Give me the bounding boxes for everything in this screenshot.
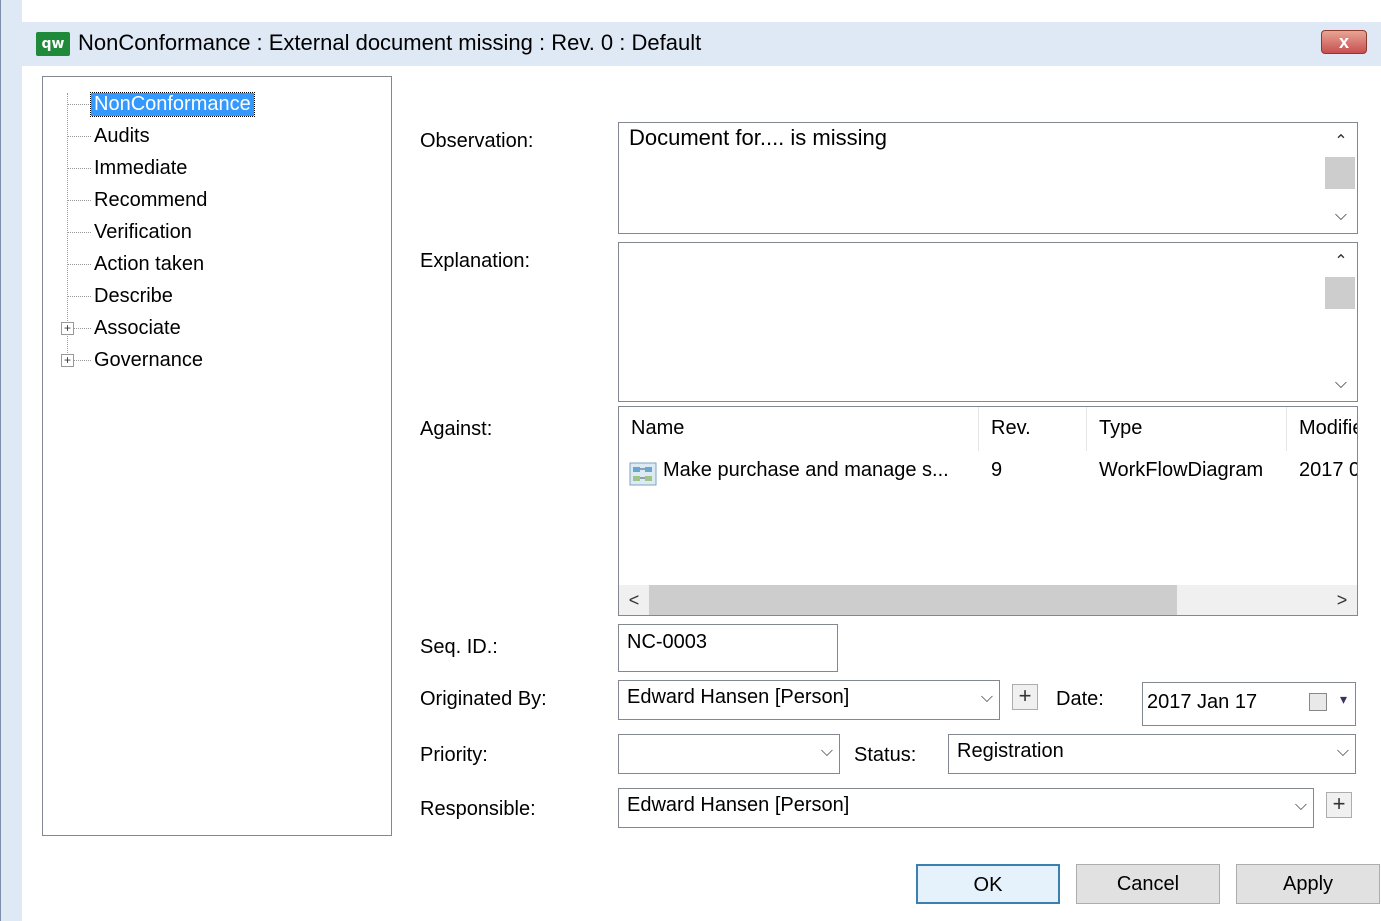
arrow-left-icon[interactable]: <	[619, 585, 649, 615]
dialog-window: qw NonConformance : External document mi…	[0, 0, 1381, 921]
tree-item-label: NonConformance	[90, 91, 255, 117]
tree-item-label: Governance	[94, 348, 203, 371]
chevron-down-icon[interactable]: ⌵	[1325, 203, 1357, 229]
date-value: 2017 Jan 17	[1147, 691, 1258, 713]
against-label: Against:	[420, 418, 493, 440]
responsible-label: Responsible:	[420, 798, 536, 820]
plus-icon: +	[1018, 683, 1032, 708]
scrollbar-thumb[interactable]	[1325, 277, 1355, 309]
add-originator-button[interactable]: +	[1012, 684, 1038, 710]
date-picker[interactable]: 2017 Jan 17 ▾	[1142, 682, 1356, 726]
seq-id-value: NC-0003	[627, 631, 708, 653]
column-header-name[interactable]: Name	[631, 417, 684, 440]
chevron-down-icon[interactable]: ⌵	[1295, 797, 1307, 815]
explanation-scrollbar[interactable]: ⌃ ⌵	[1325, 243, 1357, 401]
ok-button[interactable]: OK	[916, 864, 1060, 904]
expand-plus-icon[interactable]: +	[61, 322, 74, 335]
tree-item-describe[interactable]: Describe	[43, 281, 176, 311]
tree-item-recommend[interactable]: Recommend	[43, 185, 210, 215]
cancel-button[interactable]: Cancel	[1076, 864, 1220, 904]
window-title: NonConformance : External document missi…	[78, 30, 702, 55]
expand-plus-icon[interactable]: +	[61, 354, 74, 367]
observation-scrollbar[interactable]: ⌃ ⌵	[1325, 123, 1357, 233]
arrow-right-icon[interactable]: >	[1327, 585, 1357, 615]
status-label: Status:	[854, 744, 917, 766]
apply-button[interactable]: Apply	[1236, 864, 1380, 904]
responsible-combobox[interactable]: Edward Hansen [Person] ⌵	[618, 788, 1314, 828]
chevron-down-icon[interactable]: ⌵	[821, 743, 833, 761]
status-combobox[interactable]: Registration ⌵	[948, 734, 1356, 774]
tree-item-label: Audits	[94, 124, 150, 147]
chevron-down-icon[interactable]: ⌵	[981, 689, 993, 707]
add-responsible-button[interactable]: +	[1326, 792, 1352, 818]
column-header-type[interactable]: Type	[1099, 417, 1142, 440]
navigation-tree[interactable]: NonConformance Audits Immediate Recommen…	[42, 76, 392, 836]
window-top-edge	[0, 0, 1381, 22]
column-separator[interactable]	[1086, 407, 1087, 451]
row-rev-cell[interactable]: 9	[991, 459, 1002, 482]
date-label: Date:	[1056, 688, 1104, 710]
plus-icon: +	[1332, 791, 1346, 816]
observation-text: Document for.... is missing	[629, 125, 887, 150]
scrollbar-thumb[interactable]	[1325, 157, 1355, 189]
chevron-down-icon[interactable]: ⌵	[1325, 371, 1357, 397]
status-value: Registration	[957, 740, 1064, 762]
observation-textarea[interactable]: Document for.... is missing ⌃ ⌵	[618, 122, 1358, 234]
row-type-cell[interactable]: WorkFlowDiagram	[1099, 459, 1263, 482]
tree-item-label: Associate	[94, 316, 181, 339]
priority-combobox[interactable]: ⌵	[618, 734, 840, 774]
scrollbar-thumb[interactable]	[649, 585, 1177, 615]
tree-item-audits[interactable]: Audits	[43, 121, 153, 151]
explanation-textarea[interactable]: ⌃ ⌵	[618, 242, 1358, 402]
against-horizontal-scrollbar[interactable]: < >	[619, 585, 1357, 615]
tree-item-label: Action taken	[94, 252, 205, 275]
chevron-up-icon[interactable]: ⌃	[1325, 129, 1357, 155]
observation-label: Observation:	[420, 130, 534, 152]
seq-id-field[interactable]: NC-0003	[618, 624, 838, 672]
chevron-up-icon[interactable]: ⌃	[1325, 249, 1357, 275]
column-header-modified[interactable]: Modifie	[1299, 417, 1357, 440]
tree-item-immediate[interactable]: Immediate	[43, 153, 190, 183]
responsible-value: Edward Hansen [Person]	[627, 794, 850, 816]
row-name-cell[interactable]: Make purchase and manage s...	[663, 459, 949, 482]
app-logo-icon: qw	[36, 32, 70, 56]
calendar-icon[interactable]	[1309, 693, 1327, 711]
tree-item-action-taken[interactable]: Action taken	[43, 249, 207, 279]
close-icon: x	[1338, 32, 1349, 52]
seq-id-label: Seq. ID.:	[420, 636, 498, 658]
priority-label: Priority:	[420, 744, 488, 766]
dropdown-arrow-icon[interactable]: ▾	[1340, 691, 1347, 708]
chevron-down-icon[interactable]: ⌵	[1337, 743, 1349, 761]
tree-item-label: Verification	[94, 220, 192, 243]
close-button[interactable]: x	[1321, 30, 1367, 54]
originated-by-value: Edward Hansen [Person]	[627, 686, 850, 708]
tree-item-nonconformance[interactable]: NonConformance	[43, 89, 255, 119]
window-left-edge	[0, 0, 22, 921]
dialog-content: NonConformance Audits Immediate Recommen…	[22, 66, 1381, 921]
explanation-label: Explanation:	[420, 250, 531, 272]
workflow-diagram-icon	[629, 461, 659, 487]
tree-item-label: Recommend	[94, 188, 208, 211]
column-header-rev[interactable]: Rev.	[991, 417, 1031, 440]
tree-item-verification[interactable]: Verification	[43, 217, 195, 247]
column-separator[interactable]	[1286, 407, 1287, 451]
tree-item-label: Describe	[94, 284, 173, 307]
originated-by-combobox[interactable]: Edward Hansen [Person] ⌵	[618, 680, 1000, 720]
tree-item-label: Immediate	[94, 156, 188, 179]
title-bar[interactable]: qw NonConformance : External document mi…	[22, 22, 1381, 66]
row-modified-cell[interactable]: 2017 0	[1299, 459, 1357, 482]
column-separator[interactable]	[978, 407, 979, 451]
against-list[interactable]: Name Rev. Type Modifie Make purchase and…	[618, 406, 1358, 616]
originated-by-label: Originated By:	[420, 688, 547, 710]
